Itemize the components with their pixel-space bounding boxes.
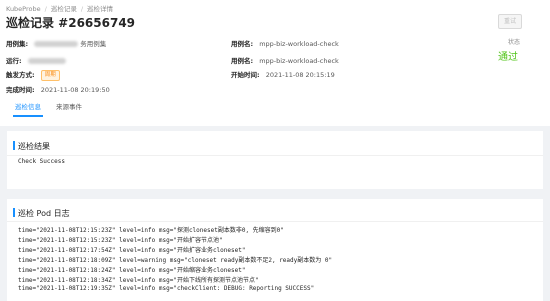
log-line: time="2021-11-08T12:18:09Z" level=warnin… — [18, 257, 333, 264]
status-label: 状态 — [508, 39, 521, 46]
breadcrumb-separator: / — [44, 5, 47, 13]
run-label: 运行: — [6, 57, 22, 65]
trigger-field: 触发方式: 周期 — [6, 69, 60, 81]
log-lines: time="2021-11-08T12:15:23Z" level=info m… — [18, 225, 332, 295]
log-line: time="2021-11-08T12:15:23Z" level=info m… — [18, 227, 284, 234]
usecase-label: 用例集: — [6, 40, 29, 48]
start-time-field: 开始时间: 2021-11-08 20:15:19 — [231, 69, 335, 79]
casename-value-2: mpp-biz-workload-check — [259, 57, 339, 65]
run-field: 运行: — [6, 55, 66, 65]
breadcrumb: KubeProbe / 巡检记录 / 巡检详情 — [6, 3, 113, 13]
start-time-value: 2021-11-08 20:15:19 — [265, 71, 335, 79]
tab-inspection-info[interactable]: 巡检信息 — [13, 101, 43, 117]
card-accent-bar — [13, 141, 15, 150]
breadcrumb-item-records[interactable]: 巡检记录 — [51, 5, 77, 13]
usecase-value: 务用例集 — [80, 40, 107, 48]
breadcrumb-item-detail: 巡检详情 — [87, 5, 114, 13]
casename-value: mpp-biz-workload-check — [259, 40, 339, 48]
casename-label: 用例名: — [231, 40, 254, 48]
pod-log-card: 巡检 Pod 日志 time="2021-11-08T12:15:23Z" le… — [7, 199, 543, 301]
finish-time-label: 完成时间: — [6, 86, 35, 94]
start-time-label: 开始时间: — [231, 71, 260, 79]
usecase-field: 用例集: 务用例集 — [6, 38, 106, 48]
casename-field-2: 用例名: mpp-biz-workload-check — [231, 55, 339, 65]
page: KubeProbe / 巡检记录 / 巡检详情 巡检记录 #26656749 重试 用例… — [0, 0, 550, 301]
pod-log-card-title: 巡检 Pod 日志 — [18, 209, 70, 218]
detail-tabs: 巡检信息 来源事件 — [0, 101, 550, 118]
log-line: time="2021-11-08T12:15:23Z" level=info m… — [18, 237, 223, 244]
redacted-value — [27, 58, 66, 64]
card-accent-bar — [13, 208, 15, 217]
breadcrumb-item-kubeprobe[interactable]: KubeProbe — [6, 5, 41, 13]
page-title: 巡检记录 #26656749 — [6, 16, 136, 30]
tab-label: 巡检信息 — [15, 103, 41, 111]
casename-field: 用例名: mpp-biz-workload-check — [231, 38, 339, 48]
result-card: 巡检结果 Check Success — [7, 131, 543, 189]
tab-active-indicator — [13, 115, 43, 117]
breadcrumb-separator: / — [80, 5, 84, 13]
casename-label-2: 用例名: — [231, 57, 254, 65]
tab-source-events[interactable]: 来源事件 — [56, 101, 82, 113]
retry-button[interactable]: 重试 — [498, 14, 522, 29]
result-card-title: 巡检结果 — [18, 142, 50, 151]
finish-time-field: 完成时间: 2021-11-08 20:19:50 — [6, 84, 110, 94]
trigger-tag: 周期 — [40, 69, 60, 81]
header-panel: KubeProbe / 巡检记录 / 巡检详情 巡检记录 #26656749 重试 用例… — [0, 0, 550, 126]
trigger-label: 触发方式: — [6, 71, 35, 79]
card-divider — [7, 155, 543, 156]
tab-label: 来源事件 — [56, 103, 82, 111]
result-text: Check Success — [18, 158, 65, 165]
status-value: 通过 — [498, 52, 518, 63]
log-line: time="2021-11-08T12:18:34Z" level=info m… — [18, 277, 259, 284]
log-line: time="2021-11-08T12:19:35Z" level=info m… — [18, 285, 315, 292]
log-line: time="2021-11-08T12:17:54Z" level=info m… — [18, 247, 246, 254]
redacted-value — [34, 41, 79, 47]
finish-time-value: 2021-11-08 20:19:50 — [40, 86, 110, 94]
card-divider — [7, 221, 543, 222]
log-line: time="2021-11-08T12:18:24Z" level=info m… — [18, 267, 246, 274]
